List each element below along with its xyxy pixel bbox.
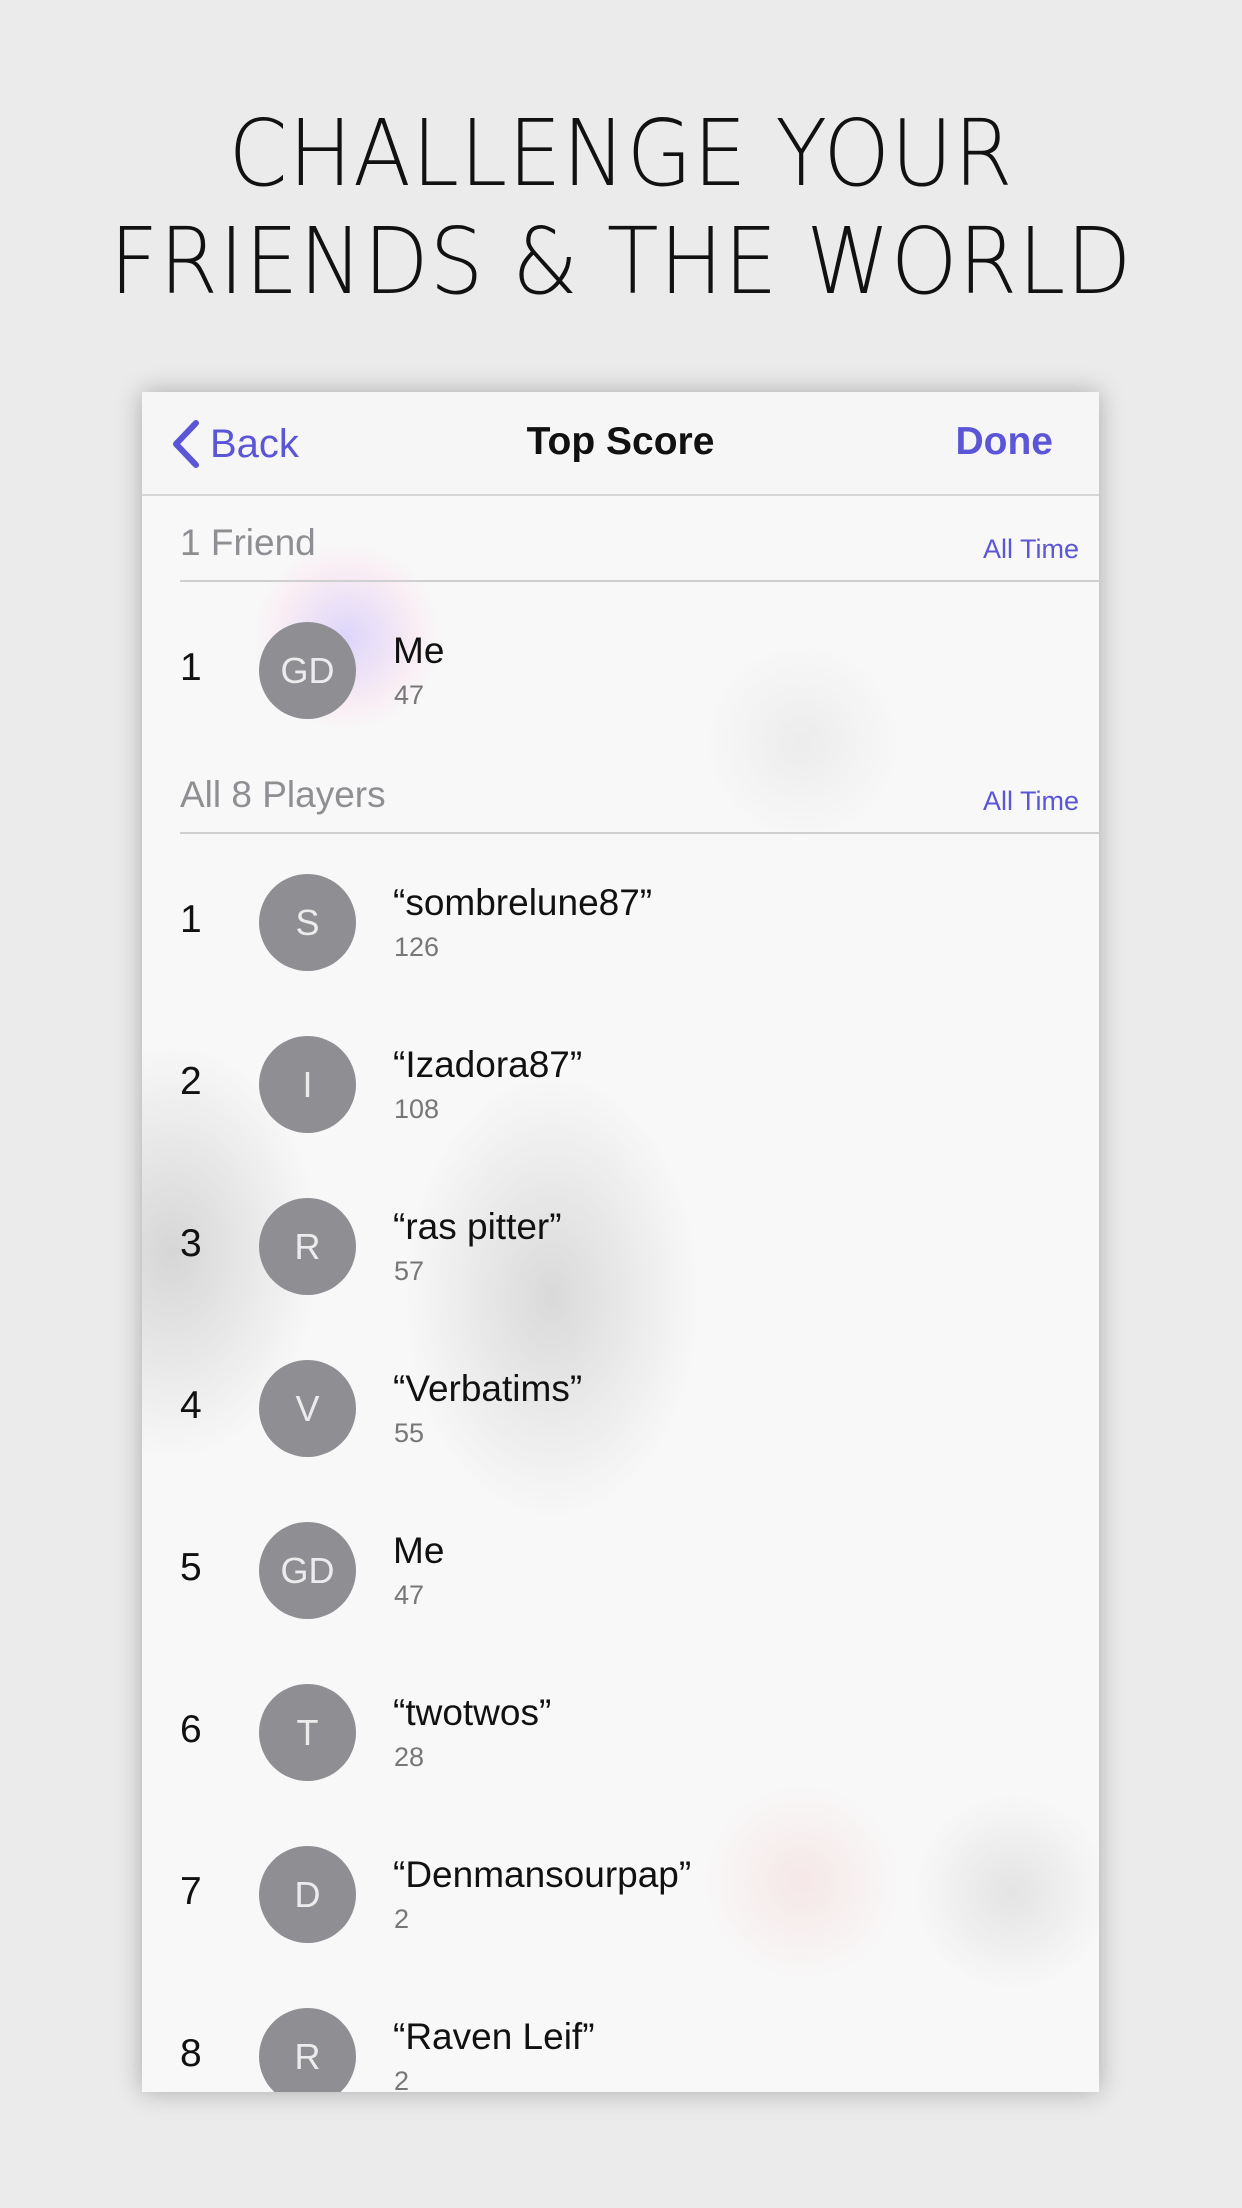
all-players-time-filter[interactable]: All Time	[983, 786, 1079, 817]
friend-row[interactable]: 1 GD Me 47	[142, 590, 1099, 752]
player-name: Me	[393, 1530, 445, 1571]
player-name: “Denmansourpap”	[393, 1854, 692, 1895]
avatar: GD	[259, 1522, 356, 1619]
player-row[interactable]: 5 GD Me 47	[142, 1490, 1099, 1652]
player-score: 108	[394, 1094, 440, 1124]
friends-section-title: 1 Friend	[180, 522, 316, 563]
navigation-bar: Back Top Score Done	[142, 392, 1099, 496]
leaderboard-panel: Back Top Score Done 1 Friend All Time 1 …	[142, 392, 1099, 2092]
avatar: T	[259, 1684, 356, 1781]
headline-line-2: FRIENDS & THE WORLD	[109, 208, 1133, 315]
avatar: GD	[259, 622, 356, 719]
rank: 1	[180, 646, 202, 689]
player-row[interactable]: 2 I “Izadora87” 108	[142, 1004, 1099, 1166]
friends-section-header: 1 Friend All Time	[180, 520, 1099, 582]
avatar: R	[259, 2008, 356, 2092]
player-name: “sombrelune87”	[393, 882, 653, 923]
rank: 7	[180, 1870, 202, 1913]
avatar: D	[259, 1846, 356, 1943]
headline-line-1: CHALLENGE YOUR	[228, 100, 1014, 207]
player-score: 55	[394, 1418, 425, 1448]
player-name: “twotwos”	[393, 1692, 552, 1733]
done-button[interactable]: Done	[956, 420, 1054, 464]
player-score: 47	[394, 1580, 425, 1610]
player-name: “ras pitter”	[393, 1206, 562, 1247]
all-players-section-title: All 8 Players	[180, 774, 386, 815]
rank: 5	[180, 1546, 202, 1589]
rank: 8	[180, 2032, 202, 2075]
player-row[interactable]: 8 R “Raven Leif” 2	[142, 1976, 1099, 2092]
rank: 1	[180, 898, 202, 941]
player-row[interactable]: 3 R “ras pitter” 57	[142, 1166, 1099, 1328]
player-row[interactable]: 1 S “sombrelune87” 126	[142, 842, 1099, 1004]
player-score: 57	[394, 1256, 425, 1286]
headline: CHALLENGE YOUR FRIENDS & THE WORLD	[50, 100, 1193, 316]
player-score: 47	[394, 680, 425, 710]
player-name: “Izadora87”	[393, 1044, 583, 1085]
avatar: I	[259, 1036, 356, 1133]
player-name: Me	[393, 630, 445, 671]
avatar: S	[259, 874, 356, 971]
player-row[interactable]: 7 D “Denmansourpap” 2	[142, 1814, 1099, 1976]
player-score: 126	[394, 932, 440, 962]
player-score: 28	[394, 1742, 425, 1772]
friends-time-filter[interactable]: All Time	[983, 534, 1079, 565]
rank: 4	[180, 1384, 202, 1427]
player-score: 2	[394, 2066, 410, 2092]
rank: 6	[180, 1708, 202, 1751]
avatar: V	[259, 1360, 356, 1457]
player-score: 2	[394, 1904, 410, 1934]
player-name: “Verbatims”	[393, 1368, 583, 1409]
avatar: R	[259, 1198, 356, 1295]
player-row[interactable]: 4 V “Verbatims” 55	[142, 1328, 1099, 1490]
player-row[interactable]: 6 T “twotwos” 28	[142, 1652, 1099, 1814]
player-name: “Raven Leif”	[393, 2016, 595, 2057]
rank: 2	[180, 1060, 202, 1103]
all-players-section-header: All 8 Players All Time	[180, 772, 1099, 834]
rank: 3	[180, 1222, 202, 1265]
